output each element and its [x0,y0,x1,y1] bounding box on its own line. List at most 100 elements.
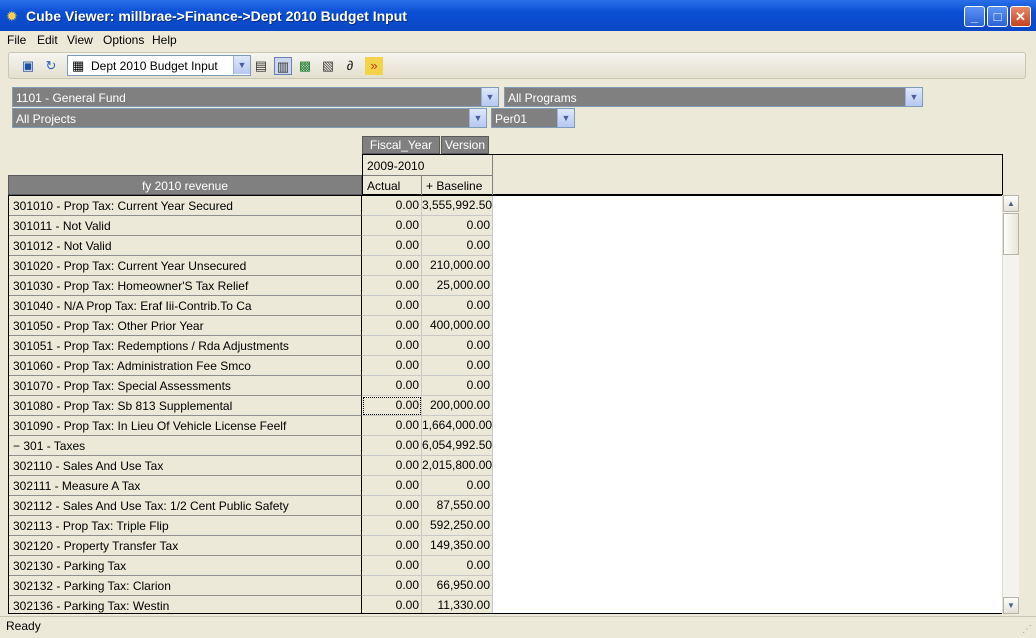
baseline-cell[interactable]: 400,000.00 [422,316,493,336]
baseline-cell[interactable]: 25,000.00 [422,276,493,296]
actual-cell[interactable]: 0.00 [362,196,422,216]
actual-cell[interactable]: 0.00 [362,396,422,416]
row-label[interactable]: 301060 - Prop Tax: Administration Fee Sm… [9,356,362,376]
view-selector[interactable]: ▦ Dept 2010 Budget Input ▼ [67,55,251,76]
column-dim-version[interactable]: Version [441,136,489,154]
menu-file[interactable]: File [7,33,26,47]
row-label[interactable]: 302111 - Measure A Tax [9,476,362,496]
baseline-cell[interactable]: 0.00 [422,296,493,316]
save-icon[interactable]: ▣ [19,57,37,75]
period-dropdown[interactable]: Per01 ▼ [491,108,575,128]
baseline-cell[interactable]: 149,350.00 [422,536,493,556]
scroll-thumb[interactable] [1003,213,1019,255]
calculator-icon[interactable]: ▤ [252,57,270,75]
programs-dropdown[interactable]: All Programs ▼ [504,87,923,107]
baseline-cell[interactable]: 87,550.00 [422,496,493,516]
vertical-scrollbar[interactable]: ▲ ▼ [1002,195,1019,614]
maximize-button[interactable]: □ [987,6,1008,27]
row-label[interactable]: 302120 - Property Transfer Tax [9,536,362,556]
menu-help[interactable]: Help [152,33,177,47]
baseline-cell[interactable]: 0.00 [422,476,493,496]
chevron-down-icon[interactable]: ▼ [481,88,498,106]
resize-grip-icon[interactable]: ⋰ [1022,624,1032,635]
row-label[interactable]: − 301 - Taxes [9,436,362,456]
actual-column-header[interactable]: Actual [363,176,422,195]
baseline-cell[interactable]: 592,250.00 [422,516,493,536]
baseline-cell[interactable]: 11,330.00 [422,596,493,613]
actual-cell[interactable]: 0.00 [362,556,422,576]
row-dim-title[interactable]: fy 2010 revenue [8,175,362,195]
actual-cell[interactable]: 0.00 [362,376,422,396]
actual-cell[interactable]: 0.00 [362,216,422,236]
row-label[interactable]: 302113 - Prop Tax: Triple Flip [9,516,362,536]
row-label[interactable]: 301051 - Prop Tax: Redemptions / Rda Adj… [9,336,362,356]
baseline-cell[interactable]: 3,555,992.50 [422,196,493,216]
baseline-cell[interactable]: 0.00 [422,556,493,576]
actual-cell[interactable]: 0.00 [362,296,422,316]
actual-cell[interactable]: 0.00 [362,236,422,256]
baseline-cell[interactable]: 0.00 [422,216,493,236]
actual-cell[interactable]: 0.00 [362,596,422,613]
baseline-cell[interactable]: 200,000.00 [422,396,493,416]
chevron-down-icon[interactable]: ▼ [233,56,250,74]
row-label[interactable]: 301080 - Prop Tax: Sb 813 Supplemental [9,396,362,416]
row-label[interactable]: 301010 - Prop Tax: Current Year Secured [9,196,362,216]
next-icon[interactable]: » [365,57,383,75]
scroll-up-icon[interactable]: ▲ [1003,195,1019,212]
row-label[interactable]: 301011 - Not Valid [9,216,362,236]
row-label[interactable]: 301090 - Prop Tax: In Lieu Of Vehicle Li… [9,416,362,436]
actual-cell[interactable]: 0.00 [362,276,422,296]
row-label[interactable]: 301030 - Prop Tax: Homeowner'S Tax Relie… [9,276,362,296]
baseline-cell[interactable]: 0.00 [422,236,493,256]
projects-dropdown[interactable]: All Projects ▼ [12,108,487,128]
actual-cell[interactable]: 0.00 [362,256,422,276]
year-header[interactable]: 2009-2010 [363,155,493,176]
excel-export-icon[interactable]: ▩ [296,57,314,75]
actual-cell[interactable]: 0.00 [362,456,422,476]
baseline-cell[interactable]: 66,950.00 [422,576,493,596]
minimize-button[interactable]: _ [964,6,985,27]
actual-cell[interactable]: 0.00 [362,576,422,596]
baseline-cell[interactable]: 2,015,800.00 [422,456,493,476]
chevron-down-icon[interactable]: ▼ [905,88,922,106]
baseline-column-header[interactable]: + Baseline [422,176,493,195]
recalculate-icon[interactable]: ↻ [42,57,60,75]
row-label[interactable]: 301020 - Prop Tax: Current Year Unsecure… [9,256,362,276]
column-dim-fiscal-year[interactable]: Fiscal_Year [362,136,440,154]
chart-icon[interactable]: ▧ [319,57,337,75]
row-label[interactable]: 302136 - Parking Tax: Westin [9,596,362,613]
chevron-down-icon[interactable]: ▼ [557,109,574,127]
close-button[interactable]: ✕ [1010,6,1031,27]
row-label[interactable]: 301040 - N/A Prop Tax: Eraf Iii-Contrib.… [9,296,362,316]
row-label[interactable]: 301070 - Prop Tax: Special Assessments [9,376,362,396]
baseline-cell[interactable]: 0.00 [422,376,493,396]
scroll-down-icon[interactable]: ▼ [1003,597,1019,614]
actual-cell[interactable]: 0.00 [362,336,422,356]
actual-cell[interactable]: 0.00 [362,436,422,456]
baseline-cell[interactable]: 6,054,992.50 [422,436,493,456]
menu-edit[interactable]: Edit [37,33,58,47]
menu-options[interactable]: Options [103,33,144,47]
row-label[interactable]: 302112 - Sales And Use Tax: 1/2 Cent Pub… [9,496,362,516]
actual-cell[interactable]: 0.00 [362,536,422,556]
baseline-cell[interactable]: 0.00 [422,336,493,356]
baseline-cell[interactable]: 210,000.00 [422,256,493,276]
chevron-down-icon[interactable]: ▼ [469,109,486,127]
actual-cell[interactable]: 0.00 [362,416,422,436]
row-label[interactable]: 302130 - Parking Tax [9,556,362,576]
grid-view-icon[interactable]: ▥ [274,57,292,75]
row-label[interactable]: 301050 - Prop Tax: Other Prior Year [9,316,362,336]
actual-cell[interactable]: 0.00 [362,476,422,496]
row-label[interactable]: 302110 - Sales And Use Tax [9,456,362,476]
row-label[interactable]: 302132 - Parking Tax: Clarion [9,576,362,596]
actual-cell[interactable]: 0.00 [362,356,422,376]
drill-icon[interactable]: ∂ [341,57,359,75]
actual-cell[interactable]: 0.00 [362,516,422,536]
actual-cell[interactable]: 0.00 [362,316,422,336]
menu-view[interactable]: View [67,33,93,47]
row-label[interactable]: 301012 - Not Valid [9,236,362,256]
baseline-cell[interactable]: 0.00 [422,356,493,376]
baseline-cell[interactable]: 1,664,000.00 [422,416,493,436]
actual-cell[interactable]: 0.00 [362,496,422,516]
fund-dropdown[interactable]: 1101 - General Fund ▼ [12,87,499,107]
